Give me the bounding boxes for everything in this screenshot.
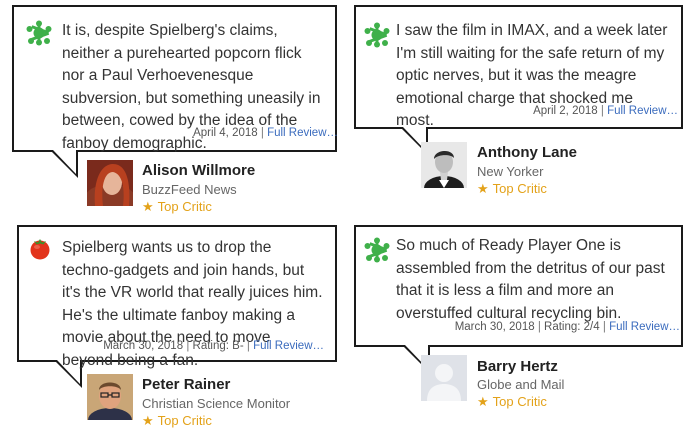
star-icon: ★ [142,413,154,428]
critic-publication[interactable]: Globe and Mail [477,377,564,392]
full-review-link[interactable]: Full Review… [609,321,680,333]
top-critic-badge: ★ Top Critic [477,394,547,409]
star-icon: ★ [477,181,489,196]
review-date: April 4, 2018 [193,127,258,139]
review-date: March 30, 2018 [454,321,535,333]
review-date: March 30, 2018 [103,340,184,352]
review-card: I saw the film in IMAX, and a week later… [350,0,700,215]
meta-separator: | [602,321,606,333]
review-meta: March 30, 2018 | Rating: B- | Full Revie… [103,340,324,352]
avatar[interactable] [87,374,133,420]
avatar[interactable] [421,142,467,188]
full-review-link[interactable]: Full Review… [267,127,338,139]
review-meta: April 2, 2018 | Full Review… [533,105,678,117]
critic-name[interactable]: Peter Rainer [142,376,230,393]
review-card: So much of Ready Player One is assembled… [350,215,700,430]
critic-publication[interactable]: Christian Science Monitor [142,396,290,411]
top-critic-badge: ★ Top Critic [142,199,212,214]
critic-publication[interactable]: BuzzFeed News [142,182,237,197]
meta-separator: | [246,340,250,352]
avatar[interactable] [87,160,133,206]
critic-name[interactable]: Anthony Lane [477,144,577,161]
review-quote: So much of Ready Player One is assembled… [396,237,665,322]
star-icon: ★ [142,199,154,214]
critic-name[interactable]: Barry Hertz [477,358,558,375]
top-critic-badge: ★ Top Critic [477,181,547,196]
meta-separator: | [600,105,604,117]
review-meta: March 30, 2018 | Rating: 2/4 | Full Revi… [455,321,680,333]
review-rating: Rating: 2/4 [544,321,600,333]
rotten-splat-icon [364,22,390,48]
review-card: Spielberg wants us to drop the techno-ga… [0,215,350,430]
full-review-link[interactable]: Full Review… [253,340,324,352]
rotten-splat-icon [364,237,390,263]
meta-separator: | [537,321,541,333]
meta-separator: | [260,127,264,139]
rotten-splat-icon [26,20,52,46]
fresh-tomato-icon [30,239,50,260]
meta-separator: | [186,340,190,352]
review-meta: April 4, 2018 | Full Review… [193,127,338,139]
star-icon: ★ [477,394,489,409]
top-critic-badge: ★ Top Critic [142,413,212,428]
review-rating: Rating: B- [192,340,244,352]
user-placeholder-icon [421,355,467,401]
critic-publication[interactable]: New Yorker [477,164,543,179]
full-review-link[interactable]: Full Review… [607,105,678,117]
critic-name[interactable]: Alison Willmore [142,162,255,179]
review-card: It is, despite Spielberg's claims, neith… [0,0,350,215]
avatar-placeholder[interactable] [421,355,467,401]
review-date: April 2, 2018 [533,105,598,117]
